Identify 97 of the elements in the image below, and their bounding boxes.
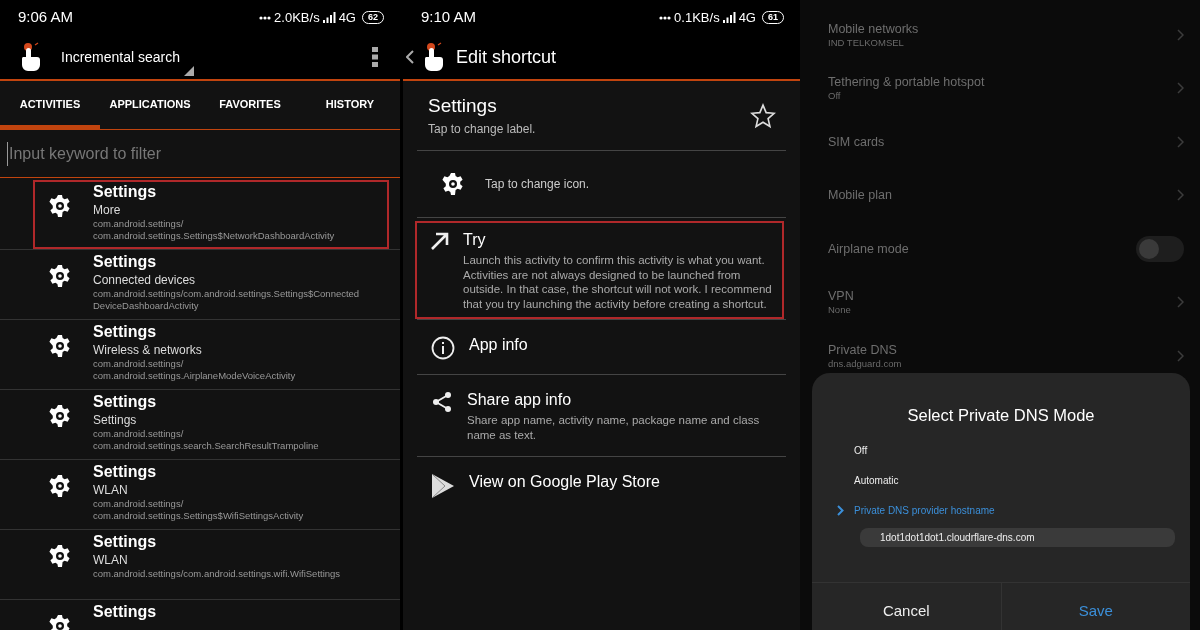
action-item[interactable]: View on Google Play Store [417, 457, 672, 513]
network-type: 4G [738, 8, 756, 27]
package-name: com.android.settings/ [93, 498, 185, 510]
label-hint: Tap to change label. [428, 120, 536, 138]
gear-icon [48, 194, 72, 218]
activity-label: More [93, 202, 122, 218]
action-item[interactable] [415, 221, 784, 319]
activity-item[interactable]: Settings [33, 600, 389, 630]
action-description: Launch this activity to confirm this activity is what you want. Activities are not always designed to be launched from outside. In that case, the shortcut will not work. I recommend that you try launching the activity before creating a shortcut. [463, 253, 772, 311]
network-type: 4G [338, 8, 356, 27]
share-icon [431, 391, 453, 413]
tab[interactable]: FAVORITES [200, 81, 300, 129]
activity-title: Settings [93, 392, 158, 412]
action-title: View on Google Play Store [469, 472, 660, 492]
activity-item[interactable]: Settings Wireless & networks com.android.settings/ com.android.settings.AirplaneModeVoiceActivity [33, 320, 389, 389]
package-name: com.android.settings/ [93, 218, 185, 230]
clock-time: 9:06 AM [18, 7, 74, 28]
dns-option[interactable]: Automatic [812, 465, 1190, 496]
dialog-title: Select Private DNS Mode [907, 405, 1095, 426]
star-icon[interactable] [750, 102, 776, 129]
package-name: DeviceDashboardActivity [93, 300, 200, 312]
tab[interactable]: APPLICATIONS [100, 81, 200, 129]
activity-title: Settings [93, 602, 157, 622]
screen-title: Edit shortcut [456, 45, 557, 69]
action-item[interactable]: App info [417, 320, 540, 374]
action-title: App info [469, 335, 528, 355]
dropdown-triangle-icon [184, 66, 195, 76]
filter-input[interactable]: Input keyword to filter [7, 141, 400, 166]
activity-item[interactable]: Settings Connected devices com.android.settings/com.android.settings.Settings$Connected DeviceDashboardActivity [33, 250, 389, 319]
diagonal-arrow-icon [429, 231, 449, 251]
activity-title: Settings [93, 182, 158, 202]
activity-item[interactable]: Settings WLAN com.android.settings/com.android.settings.wifi.WifiSettings [33, 530, 389, 599]
chevron-right-icon [837, 505, 844, 517]
activity-item[interactable]: Settings WLAN com.android.settings/ com.android.settings.Settings$WifiSettingsActivity [33, 460, 389, 529]
package-name: com.android.settings.AirplaneModeVoiceActivity [93, 370, 296, 382]
chevron-right-icon [1177, 82, 1184, 95]
back-icon[interactable] [406, 50, 414, 64]
settings-item[interactable]: VPN None [800, 275, 1200, 329]
change-icon-row[interactable]: Tap to change icon. [417, 151, 786, 218]
shortcut-label[interactable]: Settings [428, 93, 536, 118]
package-name: com.android.settings/com.android.settings.wifi.WifiSettings [93, 568, 341, 580]
chevron-right-icon [1177, 189, 1184, 202]
notification-dots-icon [259, 15, 272, 20]
action-title: Share app info [467, 390, 573, 410]
gear-icon [48, 334, 72, 358]
overflow-menu-icon[interactable] [372, 47, 378, 67]
package-name: com.android.settings.Settings$NetworkDashboardActivity [93, 230, 335, 242]
chevron-right-icon [1177, 135, 1184, 148]
info-icon [431, 336, 455, 360]
chevron-right-icon [1177, 349, 1184, 362]
gear-icon [441, 172, 465, 196]
settings-item[interactable]: SIM cards [800, 115, 1200, 169]
package-name: com.android.settings/com.android.settings.Settings$Connected [93, 288, 360, 300]
gear-icon [48, 404, 72, 428]
settings-item[interactable]: Private DNS dns.adguard.com [800, 329, 1200, 383]
package-name: com.android.settings.search.SearchResultTrampoline [93, 440, 319, 452]
activity-item[interactable]: Settings Settings com.android.settings/ com.android.settings.search.SearchResultTrampoline [33, 390, 389, 459]
settings-item[interactable]: Tethering & portable hotspot Off [800, 61, 1200, 115]
action-title: Try [463, 230, 487, 250]
package-name: com.android.settings.Settings$WifiSettingsActivity [93, 510, 304, 522]
activity-label: WLAN [93, 482, 129, 498]
gear-icon [48, 544, 72, 568]
activity-title: Settings [93, 322, 158, 342]
signal-icon [722, 12, 736, 23]
hostname-input[interactable]: 1dot1dot1dot1.cloudrflare-dns.com [860, 527, 1175, 547]
gear-icon [48, 264, 72, 288]
network-speed: 0.1KB/s [674, 8, 720, 27]
chevron-right-icon [1177, 28, 1184, 41]
activity-title: Settings [93, 252, 158, 272]
tab[interactable]: ACTIVITIES [0, 81, 100, 129]
notification-dots-icon [659, 15, 672, 20]
toggle-switch[interactable] [1136, 235, 1184, 262]
signal-icon [322, 12, 336, 23]
activity-label: Connected devices [93, 272, 197, 288]
dns-option[interactable]: Private DNS provider hostname [812, 495, 1190, 526]
package-name: com.android.settings/ [93, 428, 185, 440]
activity-item[interactable]: Settings More com.android.settings/ com.android.settings.Settings$NetworkDashboardActivity [33, 180, 389, 249]
activity-title: Settings [93, 462, 158, 482]
network-speed: 2.0KB/s [274, 8, 320, 27]
activity-label: Settings [93, 412, 138, 428]
action-item[interactable]: Share app info Share app name, activity name, package name and class name as text. [417, 375, 786, 456]
gear-icon [48, 474, 72, 498]
dns-option[interactable]: Off [812, 435, 1190, 466]
clock-time: 9:10 AM [421, 7, 477, 28]
settings-item[interactable]: Mobile plan [800, 168, 1200, 222]
chevron-right-icon [1177, 296, 1184, 309]
settings-item[interactable]: Airplane mode [800, 222, 1200, 276]
activity-title: Settings [93, 532, 158, 552]
play-triangle-icon [431, 473, 455, 499]
activity-label: Wireless & networks [93, 342, 203, 358]
save-button[interactable]: Save [1000, 583, 1190, 630]
package-name: com.android.settings/ [93, 358, 185, 370]
action-description: Share app name, activity name, package name and class name as text. [467, 413, 761, 442]
activity-label: WLAN [93, 552, 129, 568]
tab[interactable]: HISTORY [300, 81, 400, 129]
cancel-button[interactable]: Cancel [812, 583, 1001, 630]
settings-item[interactable]: Mobile networks IND TELKOMSEL [800, 8, 1200, 62]
